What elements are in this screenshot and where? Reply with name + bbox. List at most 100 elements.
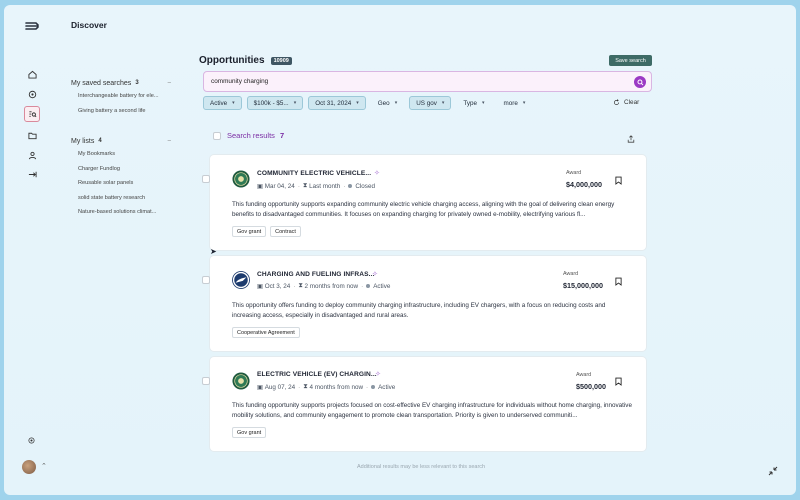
list-item[interactable]: Reusable solar panels (71, 176, 173, 191)
award-amount: $500,000 (576, 382, 606, 391)
chevron-down-icon: ▾ (394, 100, 398, 106)
result-checkbox[interactable] (202, 175, 210, 183)
my-lists-count: 4 (98, 138, 102, 144)
award-label: Award (566, 170, 582, 176)
filter-label: $100k - $5... (253, 99, 289, 107)
separator: · (297, 182, 300, 190)
chevron-updown-icon[interactable]: ⌃ (41, 462, 47, 470)
result-checkbox[interactable] (202, 276, 210, 284)
calendar-icon: ▣ (257, 282, 265, 290)
status-dot (348, 184, 353, 188)
result-tags: Gov grant Contract (232, 226, 305, 237)
nav-rail: ⌃ (4, 5, 60, 495)
collapse-icon[interactable]: – (168, 80, 171, 86)
home-icon[interactable] (25, 67, 39, 81)
my-lists-title: My lists (71, 137, 95, 145)
total-count-badge: 10909 (270, 56, 292, 65)
users-icon[interactable] (25, 148, 39, 162)
user-avatar[interactable] (22, 460, 36, 474)
separator: · (361, 282, 364, 290)
collapse-icon[interactable]: – (168, 138, 171, 144)
status-dot (371, 385, 376, 389)
filter-agency[interactable]: US gov ▾ (409, 96, 452, 110)
main-panel: Opportunities 10909 Save search communit… (199, 5, 654, 495)
filter-status[interactable]: Active ▾ (203, 96, 242, 110)
list-item[interactable]: Nature-based solutions climat... (71, 205, 173, 220)
result-card[interactable]: CHARGING AND FUELING INFRAS... ✧ ▣ Oct 3… (202, 256, 646, 351)
bookmark-icon[interactable] (615, 377, 622, 386)
app-logo-icon[interactable] (24, 19, 40, 33)
collapse-arrows-icon[interactable] (767, 465, 779, 477)
filter-label: US gov (416, 99, 437, 107)
filter-type[interactable]: Type ▾ (456, 96, 491, 110)
result-title[interactable]: ELECTRIC VEHICLE (EV) CHARGIN... (257, 371, 377, 378)
filter-geo[interactable]: Geo ▾ (371, 96, 404, 110)
bookmark-icon[interactable] (615, 176, 622, 185)
result-date: Aug 07, 24 (264, 383, 296, 391)
saved-searches-header[interactable]: My saved searches 3 – (71, 77, 171, 89)
result-card[interactable]: COMMUNITY ELECTRIC VEHICLE... ✧ ▣ Mar 04… (202, 155, 646, 250)
award-amount: $15,000,000 (563, 281, 603, 290)
saved-sidebar: My saved searches 3 – Interchangeable ba… (71, 77, 171, 220)
search-query: community charging (211, 78, 269, 85)
result-due: 4 months from now (309, 383, 363, 391)
saved-search-item[interactable]: Giving battery a second life (71, 104, 173, 119)
tag: Cooperative Agreement (232, 327, 300, 338)
award-label: Award (576, 372, 592, 378)
select-all-checkbox[interactable] (213, 131, 221, 140)
ai-sparkle-icon: ✧ (375, 371, 381, 378)
result-meta: ▣ Aug 07, 24 · ⧗ 4 months from now · Act… (257, 383, 395, 391)
bookmark-icon[interactable] (615, 277, 622, 286)
search-input[interactable]: community charging (203, 71, 652, 92)
result-description: This opportunity offers funding to deplo… (232, 302, 606, 319)
tag: Contract (270, 226, 301, 237)
ai-sparkle-icon: ✧ (372, 271, 378, 278)
result-checkbox[interactable] (202, 377, 210, 385)
save-search-button[interactable]: Save search (609, 55, 652, 66)
tag: Gov grant (232, 427, 267, 438)
tag: Gov grant (232, 226, 267, 237)
filter-bar: Active ▾ $100k - $5... ▾ Oct 31, 2024 ▾ Geo… (203, 96, 537, 110)
calendar-icon: ▣ (257, 182, 265, 190)
list-item[interactable]: Charger Fundlog (71, 162, 173, 177)
list-item[interactable]: solid state battery research (71, 191, 173, 206)
saved-searches-count: 3 (135, 80, 139, 86)
filter-date[interactable]: Oct 31, 2024 ▾ (308, 96, 366, 110)
send-icon[interactable] (25, 167, 39, 181)
discover-search-icon[interactable] (24, 106, 40, 122)
result-card[interactable]: ELECTRIC VEHICLE (EV) CHARGIN... ✧ ▣ Aug… (202, 357, 646, 451)
saved-search-item[interactable]: Interchangeable battery for ele... (71, 89, 173, 104)
result-due: 2 months from now (304, 282, 359, 290)
chevron-down-icon: ▾ (356, 100, 359, 106)
filter-more[interactable]: more ▾ (497, 96, 533, 110)
status-badge: Active (373, 282, 391, 290)
filter-label: Oct 31, 2024 (315, 99, 352, 107)
separator: · (343, 182, 346, 190)
result-due: Last month (309, 182, 341, 190)
filter-award-range[interactable]: $100k - $5... ▾ (246, 96, 304, 110)
footer-note: Additional results may be less relevant … (357, 464, 486, 470)
clear-filters-button[interactable]: Clear (613, 99, 639, 106)
filter-label: Geo (377, 99, 390, 107)
award-amount: $4,000,000 (566, 180, 602, 189)
settings-icon[interactable] (28, 437, 35, 444)
search-icon[interactable] (634, 76, 646, 88)
calendar-icon: ▣ (257, 383, 265, 391)
results-label: Search results (227, 131, 275, 140)
clear-label: Clear (624, 99, 640, 106)
result-description: This funding opportunity supports projec… (232, 402, 632, 419)
target-icon[interactable] (25, 87, 39, 101)
folder-icon[interactable] (25, 128, 39, 142)
results-header: Search results 7 (213, 131, 284, 140)
list-item[interactable]: My Bookmarks (71, 147, 173, 162)
result-title[interactable]: CHARGING AND FUELING INFRAS... (257, 271, 374, 278)
result-title[interactable]: COMMUNITY ELECTRIC VEHICLE... (257, 170, 371, 177)
my-lists-header[interactable]: My lists 4 – (71, 135, 171, 147)
result-meta: ▣ Mar 04, 24 · ⧗ Last month · Closed (257, 182, 375, 190)
dot-seal-icon (232, 271, 250, 289)
export-icon[interactable] (627, 135, 635, 143)
result-tags: Gov grant (232, 427, 270, 438)
result-meta: ▣ Oct 3, 24 · ⧗ 2 months from now · Acti… (257, 282, 390, 290)
mouse-cursor: ➤ (210, 247, 217, 256)
filter-label: more (503, 99, 518, 107)
